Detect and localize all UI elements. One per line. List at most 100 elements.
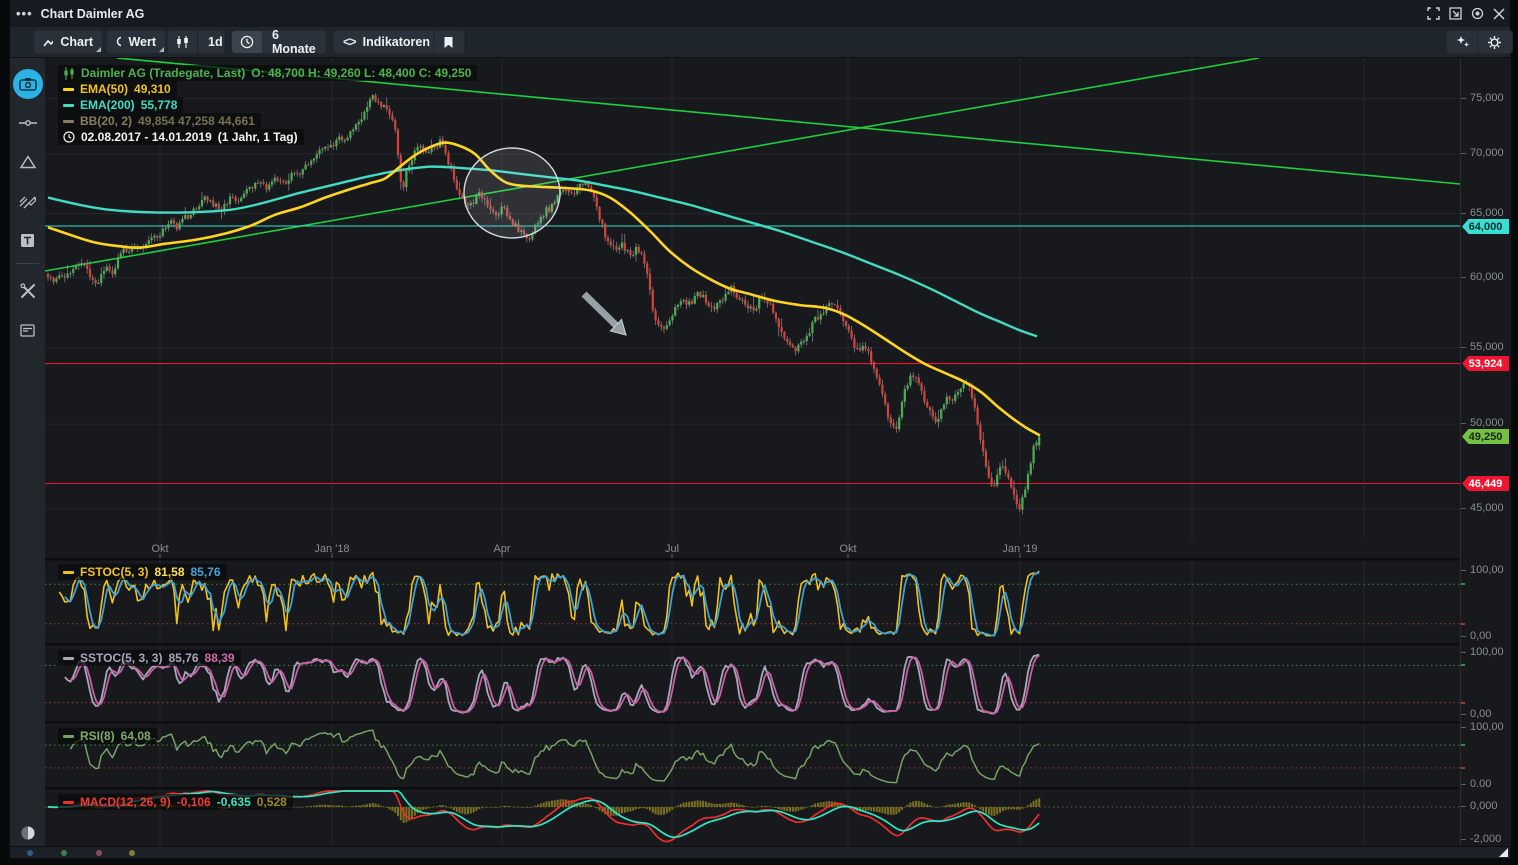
price-axis-tick: 60,000 xyxy=(1461,271,1504,283)
legend-ema200-row[interactable]: EMA(200) 55,778 xyxy=(58,97,184,113)
maximize-icon[interactable] xyxy=(1422,6,1444,22)
rsi-legend[interactable]: RSI(8) 64,08 xyxy=(58,728,157,744)
ema200-swatch-icon xyxy=(63,103,74,107)
legend-period: (1 Jahr, 1 Tag) xyxy=(217,130,298,144)
bottom-statusbar xyxy=(10,846,1510,858)
resize-handle[interactable] xyxy=(1499,848,1508,857)
fstoc-threshold-mark xyxy=(1461,583,1465,585)
sstoc-value-k: 85,76 xyxy=(168,651,199,665)
text-icon xyxy=(21,233,34,247)
range-label-segment[interactable]: 6 Monate xyxy=(262,28,326,56)
shapes-tool-button[interactable] xyxy=(10,145,45,179)
macd-legend[interactable]: MACD(12, 26, 9) -0,106 -0,635 0,528 xyxy=(58,794,293,810)
bookmark-icon xyxy=(444,36,453,48)
price-tag-46-449[interactable]: 46,449 xyxy=(1462,476,1509,491)
svg-text:Okt: Okt xyxy=(839,543,856,555)
window-menu-icon[interactable]: ••• xyxy=(16,6,33,21)
ema200-label: EMA(200) xyxy=(80,98,135,112)
svg-text:Jan '18: Jan '18 xyxy=(314,543,349,555)
bb-values: 49,854 47,258 44,661 xyxy=(138,114,255,128)
text-tool-button[interactable] xyxy=(10,223,45,257)
price-tag-53-924[interactable]: 53,924 xyxy=(1462,356,1509,371)
price-level-lines[interactable] xyxy=(45,225,1460,485)
svg-text:Okt: Okt xyxy=(151,543,168,555)
clock-icon[interactable] xyxy=(232,31,262,53)
sstoc-legend[interactable]: SSTOC(5, 3, 3) 85,76 88,39 xyxy=(58,650,241,666)
trendlines-tool-button[interactable] xyxy=(10,184,45,218)
rsi-value: 64,08 xyxy=(120,729,151,743)
rsi-swatch-icon xyxy=(63,734,74,738)
legend-daterange-row[interactable]: 02.08.2017 - 14.01.2019 (1 Jahr, 1 Tag) xyxy=(58,129,304,145)
sidebar xyxy=(10,58,45,847)
popout-icon[interactable] xyxy=(1444,6,1466,22)
macd-swatch-icon xyxy=(63,800,74,804)
fstoc-threshold-mark xyxy=(1461,623,1465,625)
sidebar-divider xyxy=(16,263,39,264)
interval-button[interactable]: 1d xyxy=(197,31,233,53)
price-tag-49-250[interactable]: 49,250 xyxy=(1462,429,1509,444)
layout-button[interactable] xyxy=(10,313,45,347)
fstoc-swatch-icon xyxy=(63,570,74,574)
price-axis-tick: 50,000 xyxy=(1461,417,1504,429)
candle-style-button[interactable] xyxy=(168,31,197,53)
range-label: 6 Monate xyxy=(272,28,316,56)
drawing-annotations[interactable] xyxy=(463,147,627,336)
titlebar: ••• Chart Daimler AG xyxy=(10,0,1510,28)
ema50-label: EMA(50) xyxy=(80,82,129,96)
measure-tool-button[interactable] xyxy=(10,106,45,140)
svg-text:Jan '19: Jan '19 xyxy=(1002,543,1037,555)
sstoc-threshold-mark xyxy=(1461,702,1465,704)
bb-swatch-icon xyxy=(63,119,74,123)
price-axis-tick: 55,000 xyxy=(1461,341,1504,353)
fstoc-value-d: 85,76 xyxy=(190,565,221,579)
camera-icon xyxy=(18,78,37,91)
rsi-axis-tick: 0.00 xyxy=(1461,778,1491,790)
legend-symbol-row[interactable]: Daimler AG (Tradegate, Last) O: 48,700 H… xyxy=(58,65,478,81)
svg-text:Jul: Jul xyxy=(665,543,679,555)
status-dot-yellow xyxy=(129,850,135,856)
bookmark-button[interactable] xyxy=(434,31,464,53)
candlestick-icon xyxy=(177,36,188,48)
ema50-swatch-icon xyxy=(63,87,74,91)
line-chart-icon xyxy=(43,39,54,46)
fstoc-legend[interactable]: FSTOC(5, 3) 81,58 85,76 xyxy=(58,564,227,580)
chart-type-button[interactable]: Chart xyxy=(34,31,102,53)
sstoc-axis-tick: 100,00 xyxy=(1461,646,1504,658)
tools-button[interactable] xyxy=(10,274,45,308)
price-axis-tick: 70,000 xyxy=(1461,147,1504,159)
price-axis[interactable]: 75,000 70,000 65,000 60,000 55,000 50,000 45,0… xyxy=(1460,58,1511,847)
sstoc-swatch-icon xyxy=(63,656,74,660)
legend-symbol-name: Daimler AG (Tradegate, Last) xyxy=(81,66,246,80)
chart-area: Okt Jan '18 Apr Jul Okt Jan '19 Daimler AG (T… xyxy=(45,58,1460,847)
trendline-annotations[interactable] xyxy=(45,58,1460,272)
magic-button[interactable] xyxy=(1447,31,1479,53)
grid-layer: Okt Jan '18 Apr Jul Okt Jan '19 xyxy=(45,58,1460,847)
macd-hist-value: 0,528 xyxy=(256,795,287,809)
rsi-axis-tick: 100,00 xyxy=(1461,721,1504,733)
legend-bb-row[interactable]: BB(20, 2) 49,854 47,258 44,661 xyxy=(58,113,261,129)
panel-dividers[interactable] xyxy=(45,558,1460,790)
rsi-threshold-mark xyxy=(1461,744,1465,746)
candles-layer xyxy=(46,93,1041,515)
indicators-label: Indikatoren xyxy=(362,35,430,49)
price-tag-64-000[interactable]: 64,000 xyxy=(1462,219,1509,234)
trendlines-pencil-icon xyxy=(19,195,36,208)
ema50-value: 49,310 xyxy=(134,82,171,96)
dropdown-corner-icon xyxy=(159,47,164,52)
close-icon[interactable] xyxy=(1488,6,1510,22)
search-icon xyxy=(116,36,122,46)
symbol-search-button[interactable]: Wert xyxy=(107,31,165,53)
main-chart-svg[interactable]: Okt Jan '18 Apr Jul Okt Jan '19 xyxy=(45,58,1460,847)
snapshot-tool-button[interactable] xyxy=(10,67,45,101)
theme-toggle-button[interactable] xyxy=(10,816,45,850)
interval-label: 1d xyxy=(208,35,223,49)
svg-text:Apr: Apr xyxy=(493,543,510,555)
range-button[interactable]: 6 Monate xyxy=(232,28,326,56)
settings-button[interactable] xyxy=(1478,31,1512,53)
record-icon[interactable] xyxy=(1466,6,1488,22)
sstoc-value-d: 88,39 xyxy=(204,651,235,665)
price-axis-tick: 65,000 xyxy=(1461,207,1504,219)
ema200-value: 55,778 xyxy=(140,98,178,112)
legend-ema50-row[interactable]: EMA(50) 49,310 xyxy=(58,81,177,97)
indicators-button[interactable]: <> Indikatoren xyxy=(334,31,444,53)
